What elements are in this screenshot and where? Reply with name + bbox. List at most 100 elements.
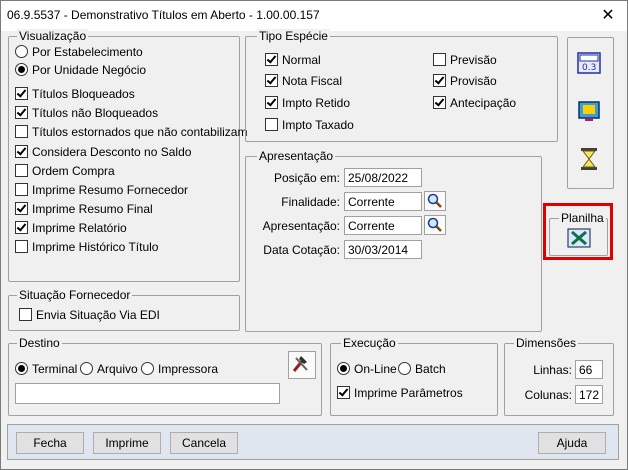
data-cotacao-input[interactable]: 30/03/2014: [344, 240, 422, 259]
window-title: 06.9.5537 - Demonstrativo Títulos em Abe…: [7, 8, 320, 22]
check-previsao[interactable]: Previsão: [433, 51, 497, 68]
checkbox[interactable]: [265, 96, 278, 109]
radio-circle[interactable]: [15, 63, 28, 76]
search-icon[interactable]: [424, 191, 446, 211]
checkbox-label: Antecipação: [450, 95, 517, 110]
radio-por-unidade-negocio[interactable]: Por Unidade Negócio: [15, 61, 146, 78]
radio-on-line[interactable]: On-Line: [337, 360, 397, 377]
check-resumo-final[interactable]: Imprime Resumo Final: [15, 200, 153, 217]
checkbox-label: Imprime Resumo Fornecedor: [32, 182, 189, 197]
checkbox[interactable]: [19, 308, 32, 321]
checkbox[interactable]: [15, 183, 28, 196]
tools-icon[interactable]: [288, 351, 316, 379]
title-bar: 06.9.5537 - Demonstrativo Títulos em Abe…: [1, 1, 627, 31]
check-resumo-fornecedor[interactable]: Imprime Resumo Fornecedor: [15, 181, 188, 198]
apresentacao-input[interactable]: Corrente: [344, 216, 422, 235]
destino-group: [8, 343, 322, 416]
cancela-button[interactable]: Cancela: [170, 432, 238, 454]
hourglass-icon[interactable]: [576, 146, 602, 172]
checkbox[interactable]: [15, 164, 28, 177]
radio-label: On-Line: [354, 361, 397, 376]
checkbox[interactable]: [15, 87, 28, 100]
checkbox-label: Impto Retido: [282, 95, 351, 110]
radio-circle[interactable]: [15, 362, 28, 375]
dimensoes-legend: Dimensões: [514, 336, 579, 350]
finalidade-label: Finalidade:: [281, 195, 340, 209]
check-titulos-nao-bloqueados[interactable]: Títulos não Bloqueados: [15, 104, 158, 121]
checkbox[interactable]: [433, 96, 446, 109]
check-impto-retido[interactable]: Impto Retido: [265, 94, 350, 111]
situacao-legend: Situação Fornecedor: [17, 288, 133, 302]
radio-terminal[interactable]: Terminal: [15, 360, 77, 377]
checkbox[interactable]: [265, 118, 278, 131]
colunas-label: Colunas:: [524, 388, 572, 402]
execucao-group: [330, 343, 498, 416]
radio-circle[interactable]: [80, 362, 93, 375]
radio-por-estabelecimento[interactable]: Por Estabelecimento: [15, 43, 143, 60]
posicao-input[interactable]: 25/08/2022: [344, 168, 422, 187]
check-impto-taxado[interactable]: Impto Taxado: [265, 116, 354, 133]
check-envia-situacao-edi[interactable]: Envia Situação Via EDI: [19, 306, 160, 323]
ajuda-button[interactable]: Ajuda: [538, 432, 606, 454]
close-icon[interactable]: ✕: [597, 5, 619, 27]
checkbox-label: Previsão: [450, 52, 497, 67]
check-titulos-estornados[interactable]: Títulos estornados que não contabilizam: [15, 123, 247, 140]
checkbox-label: Imprime Parâmetros: [354, 385, 463, 400]
radio-label: Por Unidade Negócio: [32, 62, 147, 77]
check-considera-desconto[interactable]: Considera Desconto no Saldo: [15, 143, 191, 160]
checkbox[interactable]: [15, 240, 28, 253]
check-nota-fiscal[interactable]: Nota Fiscal: [265, 72, 342, 89]
checkbox[interactable]: [433, 53, 446, 66]
checkbox-label: Considera Desconto no Saldo: [32, 144, 192, 159]
check-antecipacao[interactable]: Antecipação: [433, 94, 516, 111]
fecha-button[interactable]: Fecha: [16, 432, 84, 454]
check-historico-titulo[interactable]: Imprime Histórico Título: [15, 238, 158, 255]
imprime-button[interactable]: Imprime: [93, 432, 161, 454]
checkbox[interactable]: [15, 202, 28, 215]
apresentacao-label: Apresentação:: [262, 219, 340, 233]
colunas-input[interactable]: 172: [575, 385, 603, 404]
linhas-label: Linhas:: [533, 363, 572, 377]
checkbox-label: Títulos não Bloqueados: [32, 105, 159, 120]
check-imprime-relatorio[interactable]: Imprime Relatório: [15, 219, 127, 236]
check-ordem-compra[interactable]: Ordem Compra: [15, 162, 115, 179]
radio-impressora[interactable]: Impressora: [141, 360, 218, 377]
linhas-input[interactable]: 66: [575, 360, 603, 379]
radio-circle[interactable]: [398, 362, 411, 375]
checkbox[interactable]: [337, 386, 350, 399]
checkbox[interactable]: [15, 125, 28, 138]
destino-legend: Destino: [17, 336, 62, 350]
execucao-legend: Execução: [341, 336, 398, 350]
checkbox[interactable]: [15, 221, 28, 234]
check-titulos-bloqueados[interactable]: Títulos Bloqueados: [15, 85, 135, 102]
data-cotacao-label: Data Cotação:: [263, 243, 340, 257]
checkbox[interactable]: [433, 74, 446, 87]
calculator-icon[interactable]: 0.3: [576, 50, 602, 76]
checkbox-label: Ordem Compra: [32, 163, 115, 178]
posicao-label: Posição em:: [273, 171, 340, 185]
checkbox-label: Imprime Histórico Título: [32, 239, 159, 254]
destino-path-input[interactable]: [15, 383, 280, 404]
radio-circle[interactable]: [141, 362, 154, 375]
dimensoes-group: [504, 343, 614, 416]
radio-circle[interactable]: [337, 362, 350, 375]
checkbox[interactable]: [15, 106, 28, 119]
radio-label: Batch: [415, 361, 446, 376]
checkbox-label: Títulos Bloqueados: [32, 86, 135, 101]
checkbox[interactable]: [15, 145, 28, 158]
checkbox-label: Imprime Relatório: [32, 220, 127, 235]
checkbox-label: Envia Situação Via EDI: [36, 307, 160, 322]
checkbox-label: Imprime Resumo Final: [32, 201, 153, 216]
radio-batch[interactable]: Batch: [398, 360, 446, 377]
check-normal[interactable]: Normal: [265, 51, 321, 68]
checkbox[interactable]: [265, 74, 278, 87]
check-imprime-parametros[interactable]: Imprime Parâmetros: [337, 384, 463, 401]
finalidade-input[interactable]: Corrente: [344, 192, 422, 211]
radio-circle[interactable]: [15, 45, 28, 58]
radio-label: Impressora: [158, 361, 219, 376]
radio-arquivo[interactable]: Arquivo: [80, 360, 138, 377]
search-icon[interactable]: [424, 215, 446, 235]
monitor-icon[interactable]: [576, 98, 602, 124]
checkbox[interactable]: [265, 53, 278, 66]
check-provisao[interactable]: Provisão: [433, 72, 497, 89]
